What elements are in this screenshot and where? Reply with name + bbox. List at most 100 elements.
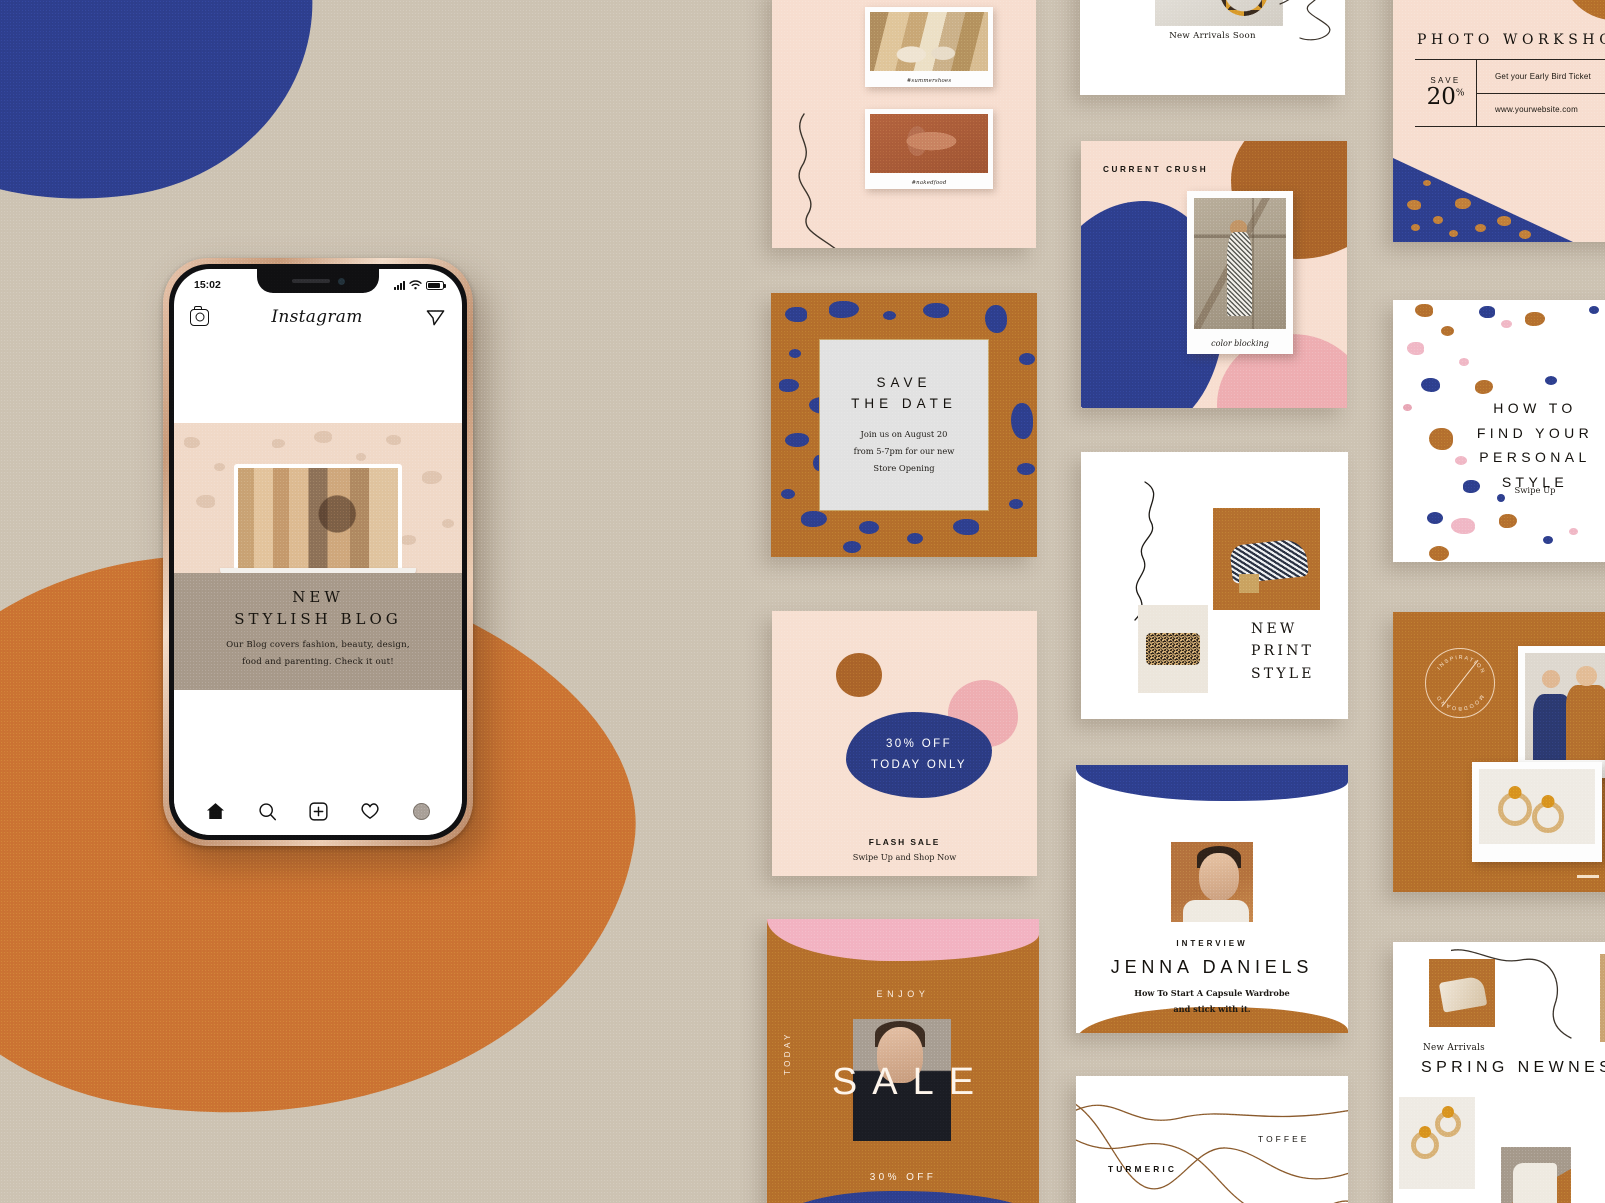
navy-wave-shape	[767, 1191, 1039, 1203]
how-to-cta[interactable]: Swipe Up	[1435, 485, 1605, 495]
laptop-photo	[238, 468, 398, 568]
how-to-line2: FIND YOUR	[1476, 424, 1594, 441]
navy-background-blob	[0, 0, 337, 230]
flash-sale-card[interactable]: 30% OFF TODAY ONLY FLASH SALE Swipe Up a…	[772, 611, 1037, 876]
home-icon[interactable]	[206, 802, 225, 820]
interview-subtitle: How To Start A Capsule Wardrobe and stic…	[1076, 986, 1348, 1017]
new-print-shoe-photo	[1213, 508, 1320, 610]
flash-sale-blob-line1: 30% OFF	[885, 738, 952, 751]
add-post-icon[interactable]	[309, 801, 328, 821]
sale-card[interactable]: ENJOY SALE TODAY ONLY 30% OFF	[767, 919, 1039, 1203]
phone-screen: 15:02 Instagram NEW STYLISH BLOG Our Blo…	[174, 269, 462, 835]
tone-label-toffee: TOFFEE	[1258, 1134, 1310, 1144]
interview-card[interactable]: INTERVIEW JENNA DANIELS How To Start A C…	[1076, 765, 1348, 1033]
flash-sale-footer-sub: Swipe Up and Shop Now	[852, 852, 957, 862]
interview-sub-line1: How To Start A Capsule Wardrobe	[1134, 988, 1290, 998]
status-bar: 15:02	[174, 269, 462, 297]
battery-icon	[426, 280, 446, 290]
flash-sale-footer: FLASH SALE Swipe Up and Shop Now	[772, 837, 1037, 862]
new-arrivals-label: New Arrivals Soon	[1169, 31, 1256, 41]
post-headline-line1: NEW	[292, 588, 344, 606]
wifi-icon	[409, 280, 422, 290]
how-to-title: HOW TO FIND YOUR PERSONAL STYLE	[1435, 396, 1605, 494]
polaroid-caption-1: #summershoes	[906, 78, 952, 84]
interview-name: JENNA DANIELS	[1110, 957, 1314, 977]
workshop-save-cell: SAVE 20%	[1415, 60, 1477, 126]
new-print-line1: NEW	[1251, 621, 1298, 637]
save-the-date-title-line2: THE DATE	[851, 395, 957, 411]
earring-icon	[1435, 1111, 1461, 1137]
phone-body: 15:02 Instagram NEW STYLISH BLOG Our Blo…	[163, 258, 473, 846]
brown-corner-shape	[1558, 0, 1605, 20]
model-right-head	[1575, 665, 1597, 687]
model-dress	[1227, 232, 1252, 316]
spring-photo-curtain	[1600, 954, 1605, 1042]
color-tones-card[interactable]: TOFFEE TURMERIC	[1076, 1076, 1348, 1203]
interview-sub-line2: and stick with it.	[1173, 1003, 1251, 1014]
squiggle-line-icon	[798, 113, 836, 248]
moodboard-photo-2-image	[1479, 769, 1595, 844]
earring-icon	[1411, 1131, 1439, 1159]
polaroid-photo-2-image	[870, 114, 988, 173]
moodboard-badge: INSPIRATION MOODBOARD	[1425, 648, 1495, 718]
earring-icon	[1532, 800, 1565, 833]
white-garment	[1513, 1163, 1557, 1203]
avatar-icon[interactable]	[412, 802, 430, 820]
polaroid-photo-1-image	[870, 12, 988, 71]
photo-workshop-table: SAVE 20% Get your Early Bird Ticket www.…	[1415, 59, 1605, 127]
polaroid-pair-card[interactable]: #summershoes #nakedfood	[772, 0, 1036, 248]
photo-workshop-title: PHOTO WORKSHOP	[1417, 32, 1605, 48]
tone-label-turmeric: TURMERIC	[1108, 1164, 1177, 1174]
spring-kicker: New Arrivals	[1423, 1043, 1485, 1053]
laptop-illustration	[220, 464, 416, 573]
workshop-save-value: 20%	[1426, 83, 1465, 110]
feed-top-space	[174, 337, 462, 423]
camera-icon[interactable]	[190, 305, 209, 326]
new-arrivals-card[interactable]: New Arrivals Soon	[1080, 0, 1345, 95]
inspiration-moodboard-card[interactable]: INSPIRATION MOODBOARD	[1393, 612, 1605, 892]
cellular-bars-icon	[394, 280, 405, 290]
pink-wave-shape	[767, 919, 1039, 961]
new-print-line3: STYLE	[1251, 665, 1315, 682]
current-crush-label: CURRENT CRUSH	[1103, 165, 1209, 174]
how-to-find-style-card[interactable]: HOW TO FIND YOUR PERSONAL STYLE Swipe Up	[1393, 300, 1605, 562]
mockup-scene: 15:02 Instagram NEW STYLISH BLOG Our Blo…	[0, 0, 1605, 1203]
polaroid-photo-1[interactable]: #summershoes	[865, 7, 993, 87]
post-body-line2: food and parenting. Check it out!	[242, 656, 394, 667]
flash-sale-blob-line2: TODAY ONLY	[870, 759, 967, 771]
moodboard-photo-1[interactable]	[1518, 646, 1605, 778]
photo-workshop-card[interactable]: PHOTO WORKSHOP SAVE 20% Get your Early B…	[1393, 0, 1605, 242]
polaroid-photo-2[interactable]: #nakedfood	[865, 109, 993, 189]
moodboard-photo-2[interactable]	[1472, 762, 1602, 862]
status-indicators	[394, 280, 446, 290]
navy-wave-shape	[1076, 765, 1348, 801]
new-print-style-card[interactable]: NEW PRINT STYLE	[1081, 452, 1348, 719]
laptop-screen	[234, 464, 402, 568]
instagram-wordmark: Instagram	[271, 307, 363, 327]
how-to-line3: PERSONAL	[1479, 449, 1591, 465]
save-the-date-body-line2: from 5-7pm for our new	[853, 446, 955, 457]
new-print-style-title: NEW PRINT STYLE	[1251, 618, 1315, 685]
heart-icon[interactable]	[360, 802, 380, 820]
save-the-date-card[interactable]: SAVE THE DATE Join us on August 20 from …	[771, 293, 1037, 557]
spring-photo-shoe	[1429, 959, 1495, 1027]
current-crush-card[interactable]: CURRENT CRUSH color blocking	[1081, 141, 1347, 408]
new-print-line2: PRINT	[1251, 643, 1315, 660]
sale-left-label: TODAY	[783, 1031, 792, 1075]
save-the-date-body-line3: Store Opening	[873, 463, 935, 474]
moodboard-photo-1-image	[1525, 653, 1605, 760]
paper-plane-icon[interactable]	[425, 307, 446, 328]
post-headline-line2: STYLISH BLOG	[234, 609, 402, 628]
navy-blob-shape: 30% OFF TODAY ONLY	[846, 712, 992, 798]
spring-newness-card[interactable]: New Arrivals SPRING NEWNESS	[1393, 942, 1605, 1203]
status-time: 15:02	[194, 279, 221, 291]
new-print-clutch-photo	[1138, 605, 1208, 693]
how-to-line1: HOW TO	[1493, 400, 1577, 416]
instagram-tabbar	[174, 791, 462, 835]
save-the-date-title-line1: SAVE	[876, 374, 932, 390]
laptop-base	[220, 568, 416, 573]
current-crush-polaroid[interactable]: color blocking	[1187, 191, 1293, 354]
search-icon[interactable]	[258, 802, 277, 821]
navy-terrazzo-triangle	[1393, 158, 1573, 242]
save-the-date-body-line1: Join us on August 20	[860, 429, 948, 440]
